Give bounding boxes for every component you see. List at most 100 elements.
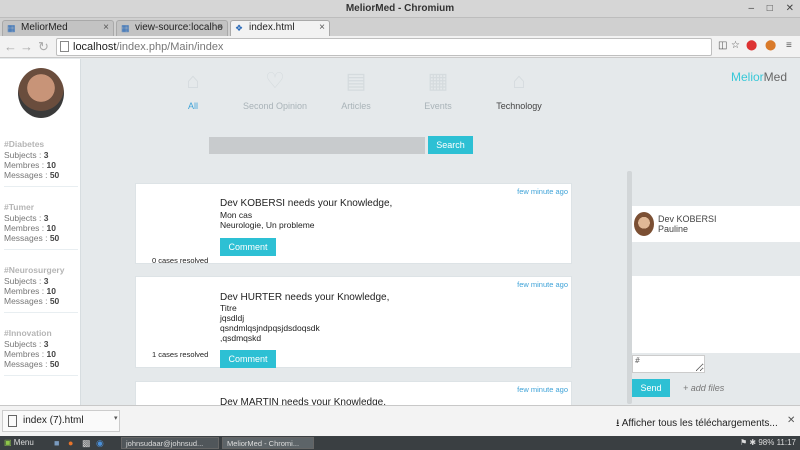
search-input[interactable]	[209, 137, 425, 154]
group-title: #Diabetes	[4, 139, 45, 149]
cookie-icon[interactable]: ⬤	[765, 40, 776, 51]
terminal-icon[interactable]: ▩	[82, 436, 91, 450]
comment-button[interactable]: Comment	[220, 350, 276, 368]
bluetooth-icon[interactable]: ✱	[749, 438, 756, 447]
home-icon: ⌂	[186, 68, 200, 93]
close-window-icon[interactable]: ✕	[786, 3, 794, 14]
messages-label: Messages :	[4, 359, 50, 369]
messages-label: Messages :	[4, 233, 50, 243]
subjects-count: 3	[43, 339, 49, 349]
chat-messages	[632, 276, 800, 353]
dropbox-icon: ❖	[235, 23, 244, 33]
post-headline: Dev HURTER needs your Knowledge,	[220, 292, 390, 303]
adblock-icon[interactable]: ⬤	[746, 40, 757, 51]
subjects-label: Subjects :	[4, 276, 44, 286]
start-menu-button[interactable]: ▣ Menu	[4, 436, 34, 450]
post-body: Titre jqsdldj qsndmlqsjndpqsjdsdoqsdk ,q…	[220, 303, 320, 343]
system-tray: ⚑ ✱ 98% 11:17	[740, 436, 796, 450]
maximize-icon[interactable]: □	[767, 3, 773, 14]
post-line: Mon cas	[220, 210, 253, 220]
post-line: jqsdldj	[220, 313, 245, 323]
download-item[interactable]: index (7).html	[2, 410, 120, 432]
files-icon[interactable]: ■	[54, 436, 59, 450]
url-host: localhost	[73, 41, 117, 53]
close-icon[interactable]: ✕	[787, 415, 795, 426]
tab-index-html[interactable]: ❖ index.html ×	[230, 20, 330, 36]
chevron-down-icon[interactable]: ▾	[114, 414, 118, 422]
comment-button[interactable]: Comment	[220, 238, 276, 256]
window-title: MeliorMed - Chromium	[345, 3, 455, 14]
address-bar: ← → ↻ localhost/index.php/Main/index ◫ ☆…	[0, 36, 800, 58]
divider	[4, 375, 78, 376]
search-button[interactable]: Search	[428, 136, 473, 154]
calendar-icon: ▦	[427, 68, 449, 93]
tab-view-source[interactable]: ▦ view-source:localho ×	[116, 20, 228, 36]
window-titlebar: MeliorMed - Chromium – □ ✕	[0, 0, 800, 18]
tab-meliormed[interactable]: ▦ MeliorMed ×	[2, 20, 114, 36]
send-button[interactable]: Send	[632, 379, 670, 397]
close-tab-icon[interactable]: ×	[217, 21, 223, 35]
group-title: #Innovation	[4, 328, 52, 338]
window-controls: – □ ✕	[738, 0, 794, 18]
translate-icon[interactable]: ◫	[718, 40, 727, 51]
cases-resolved: 0 cases resolved	[152, 256, 209, 265]
post-body: Mon cas Neurologie, Un probleme	[220, 210, 315, 230]
heart-icon: ♡	[265, 68, 285, 93]
nav-label: Articles	[341, 101, 371, 111]
nav-all[interactable]: ⌂ All	[178, 68, 208, 111]
post-line: Neurologie, Un probleme	[220, 220, 315, 230]
post-time: few minute ago	[517, 187, 568, 196]
url-field[interactable]: localhost/index.php/Main/index	[56, 38, 712, 56]
nav-technology[interactable]: ⌂ Technology	[494, 68, 544, 111]
group-neurosurgery[interactable]: #Neurosurgery Subjects : 3 Membres : 10 …	[4, 265, 78, 313]
messages-count: 50	[49, 233, 60, 243]
chat-contact[interactable]: Dev KOBERSI Pauline	[632, 206, 800, 242]
messages-count: 50	[49, 359, 60, 369]
close-tab-icon[interactable]: ×	[103, 21, 109, 35]
cases-resolved: 1 cases resolved	[152, 350, 209, 359]
messages-count: 50	[49, 296, 60, 306]
nav-events[interactable]: ▦ Events	[420, 68, 456, 111]
messages-count: 50	[49, 170, 60, 180]
message-input[interactable]	[632, 355, 705, 373]
messages-label: Messages :	[4, 296, 50, 306]
members-label: Membres :	[4, 160, 47, 170]
group-innovation[interactable]: #Innovation Subjects : 3 Membres : 10 Me…	[4, 328, 78, 376]
avatar[interactable]	[18, 68, 64, 118]
reload-icon[interactable]: ↻	[38, 39, 49, 55]
back-icon[interactable]: ←	[4, 39, 17, 55]
nav-articles[interactable]: ▤ Articles	[336, 68, 376, 111]
subjects-count: 3	[43, 276, 49, 286]
flag-icon[interactable]: ⚑	[740, 438, 747, 447]
close-tab-icon[interactable]: ×	[319, 21, 325, 35]
bookmark-star-icon[interactable]: ☆	[731, 40, 740, 51]
group-diabetes[interactable]: #Diabetes Subjects : 3 Membres : 10 Mess…	[4, 139, 78, 187]
firefox-icon[interactable]: ●	[68, 436, 73, 450]
tab-strip: ▦ MeliorMed × ▦ view-source:localho × ❖ …	[0, 18, 800, 36]
show-all-label: Afficher tous les téléchargements...	[621, 418, 778, 429]
add-files-link[interactable]: + add files	[683, 383, 724, 393]
nav-second-opinion[interactable]: ♡ Second Opinion	[240, 68, 310, 111]
taskbar-item-chromium[interactable]: MeliorMed - Chromi...	[222, 437, 314, 449]
clock[interactable]: 11:17	[777, 438, 796, 447]
forward-icon[interactable]: →	[20, 39, 33, 55]
minimize-icon[interactable]: –	[748, 3, 754, 14]
menu-label: Menu	[13, 438, 34, 447]
battery-level[interactable]: 98%	[758, 438, 774, 447]
home-icon: ⌂	[512, 68, 526, 93]
menu-icon[interactable]: ≡	[786, 40, 792, 51]
brand-logo[interactable]: MeliorMed	[731, 70, 787, 84]
divider	[4, 186, 78, 187]
mint-icon: ▣	[4, 438, 12, 447]
taskbar-item-terminal[interactable]: johnsudaar@johnsud...	[121, 437, 219, 449]
group-tumer[interactable]: #Tumer Subjects : 3 Membres : 10 Message…	[4, 202, 78, 250]
show-all-downloads-link[interactable]: ⭳ Afficher tous les téléchargements...	[616, 416, 778, 433]
divider	[4, 312, 78, 313]
post-time: few minute ago	[517, 280, 568, 289]
download-filename: index (7).html	[23, 415, 84, 426]
sidebar: #Diabetes Subjects : 3 Membres : 10 Mess…	[0, 59, 81, 405]
post-time: few minute ago	[517, 385, 568, 394]
page-icon	[60, 41, 69, 52]
members-count: 10	[46, 349, 56, 359]
chromium-icon[interactable]: ◉	[96, 436, 104, 450]
